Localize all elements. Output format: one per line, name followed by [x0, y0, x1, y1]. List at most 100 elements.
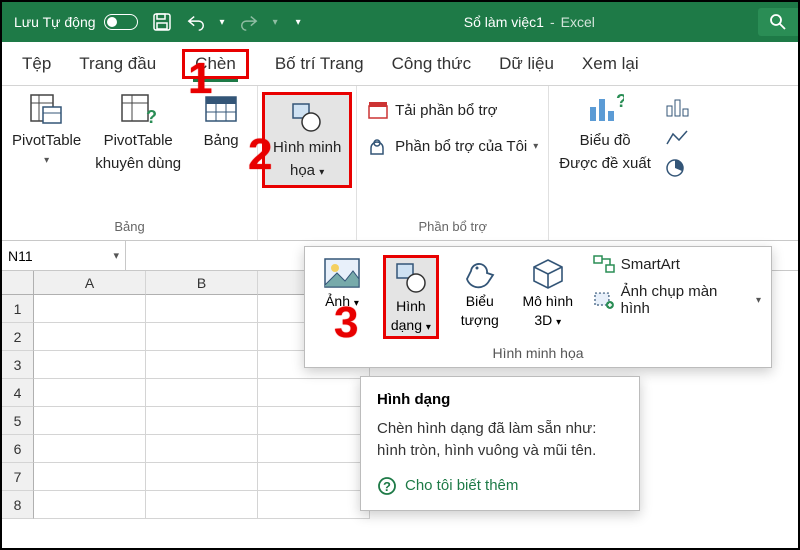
- line-chart-icon[interactable]: [665, 128, 691, 148]
- highlight-box-1: Chèn: [182, 49, 249, 79]
- undo-icon[interactable]: [186, 12, 206, 32]
- recommended-pivottable-icon: ?: [117, 92, 159, 128]
- tab-formulas[interactable]: Công thức: [390, 48, 473, 80]
- row-header[interactable]: 3: [2, 351, 34, 379]
- cell[interactable]: [34, 407, 146, 435]
- pivottable-icon: [26, 92, 68, 128]
- ribbon-group-illustrations: Hình minh họa ▾: [258, 86, 357, 240]
- duck-icon: [459, 255, 501, 291]
- cell[interactable]: [258, 435, 370, 463]
- cell[interactable]: [146, 351, 258, 379]
- select-all-corner[interactable]: [2, 271, 34, 295]
- cell[interactable]: [146, 379, 258, 407]
- cell[interactable]: [258, 407, 370, 435]
- cell[interactable]: [146, 323, 258, 351]
- cube-icon: [527, 255, 569, 291]
- shapes-button[interactable]: Hình dạng ▾: [383, 255, 439, 339]
- group-label-tables: Bảng: [114, 217, 144, 238]
- row-header[interactable]: 8: [2, 491, 34, 519]
- title-bar: Lưu Tự động ▾ ▾ ▾ Sổ làm việc1 - Excel: [2, 2, 798, 42]
- redo-dropdown-icon[interactable]: ▾: [273, 17, 278, 28]
- screenshot-button[interactable]: Ảnh chụp màn hình ▾: [593, 283, 761, 317]
- cell[interactable]: [258, 491, 370, 519]
- qat-customize-icon[interactable]: ▾: [296, 17, 301, 28]
- tooltip-help-link[interactable]: ? Cho tôi biết thêm: [377, 476, 623, 496]
- recommended-pivottable-button[interactable]: ? PivotTable khuyên dùng: [95, 92, 181, 174]
- cell[interactable]: [34, 491, 146, 519]
- tab-insert[interactable]: Chèn: [193, 48, 238, 82]
- get-addins-button[interactable]: Tải phần bổ trợ: [367, 100, 497, 120]
- column-chart-icon[interactable]: [665, 98, 691, 118]
- svg-text:?: ?: [616, 93, 624, 111]
- my-addins-button[interactable]: Phần bổ trợ của Tôi ▾: [367, 136, 538, 156]
- cell[interactable]: [34, 295, 146, 323]
- cell[interactable]: [34, 463, 146, 491]
- table-icon: [200, 92, 242, 128]
- addins-icon: [367, 136, 389, 156]
- chevron-down-icon: ▾: [319, 167, 324, 178]
- smartart-icon: [593, 255, 615, 273]
- autosave-toggle[interactable]: Lưu Tự động: [14, 14, 138, 30]
- undo-dropdown-icon[interactable]: ▾: [220, 17, 225, 28]
- search-button[interactable]: [758, 8, 798, 36]
- chevron-down-icon: ▾: [354, 298, 359, 309]
- pictures-button[interactable]: Ảnh ▾: [315, 255, 369, 310]
- tab-data[interactable]: Dữ liệu: [497, 48, 556, 80]
- cell[interactable]: [258, 379, 370, 407]
- cell[interactable]: [34, 323, 146, 351]
- tab-review[interactable]: Xem lại: [580, 48, 641, 80]
- shapes-icon: [286, 99, 328, 135]
- row-header[interactable]: 7: [2, 463, 34, 491]
- smartart-button[interactable]: SmartArt: [593, 255, 761, 273]
- row-header[interactable]: 6: [2, 435, 34, 463]
- illustrations-gallery: Ảnh ▾ Hình dạng ▾ Biểu tượng Mô hình 3D …: [304, 246, 772, 368]
- cell[interactable]: [146, 407, 258, 435]
- column-header[interactable]: A: [34, 271, 146, 295]
- cell[interactable]: [34, 379, 146, 407]
- picture-icon: [321, 255, 363, 291]
- cell[interactable]: [146, 435, 258, 463]
- cell[interactable]: [146, 295, 258, 323]
- chart-icon: ?: [584, 92, 626, 128]
- toggle-switch-icon[interactable]: [104, 14, 138, 30]
- tab-page-layout[interactable]: Bố trí Trang: [273, 48, 366, 80]
- table-button[interactable]: Bảng: [195, 92, 247, 151]
- chevron-down-icon: ▾: [533, 141, 538, 152]
- pivottable-button[interactable]: PivotTable ▾: [12, 92, 81, 167]
- ribbon-group-charts: ? Biểu đồ Được đề xuất: [549, 86, 701, 240]
- shapes-icon: [390, 260, 432, 296]
- shapes-tooltip: Hình dạng Chèn hình dạng đã làm sẵn như:…: [360, 376, 640, 511]
- name-box[interactable]: N11 ▾: [2, 241, 126, 270]
- cell[interactable]: [146, 491, 258, 519]
- recommended-charts-button[interactable]: ? Biểu đồ Được đề xuất: [559, 92, 651, 174]
- pie-chart-icon[interactable]: [665, 158, 691, 178]
- tooltip-body: Chèn hình dạng đã làm sẵn như: hình tròn…: [377, 418, 623, 462]
- redo-icon[interactable]: [239, 12, 259, 32]
- chevron-down-icon: ▾: [44, 155, 49, 168]
- chevron-down-icon: ▾: [426, 322, 431, 333]
- column-header[interactable]: B: [146, 271, 258, 295]
- tab-home[interactable]: Trang đầu: [77, 48, 158, 80]
- cell[interactable]: [146, 463, 258, 491]
- cell[interactable]: [34, 351, 146, 379]
- svg-text:?: ?: [383, 479, 391, 494]
- illustrations-dropdown[interactable]: Hình minh họa ▾: [262, 92, 352, 188]
- row-header[interactable]: 1: [2, 295, 34, 323]
- addins-store-icon: [367, 100, 389, 120]
- 3d-models-button[interactable]: Mô hình 3D ▾: [521, 255, 575, 329]
- help-icon: ?: [377, 476, 397, 496]
- group-label-addins: Phần bổ trợ: [418, 217, 487, 238]
- save-icon[interactable]: [152, 12, 172, 32]
- ribbon: PivotTable ▾ ? PivotTable khuyên dùng Bả…: [2, 86, 798, 241]
- tab-file[interactable]: Tệp: [20, 48, 53, 80]
- row-header[interactable]: 5: [2, 407, 34, 435]
- icons-button[interactable]: Biểu tượng: [453, 255, 507, 329]
- cell[interactable]: [258, 463, 370, 491]
- screenshot-icon: [593, 291, 615, 309]
- cell[interactable]: [34, 435, 146, 463]
- tooltip-title: Hình dạng: [377, 391, 623, 408]
- chevron-down-icon[interactable]: ▾: [113, 249, 119, 262]
- row-header[interactable]: 2: [2, 323, 34, 351]
- row-headers: 1 2 3 4 5 6 7 8: [2, 295, 34, 519]
- row-header[interactable]: 4: [2, 379, 34, 407]
